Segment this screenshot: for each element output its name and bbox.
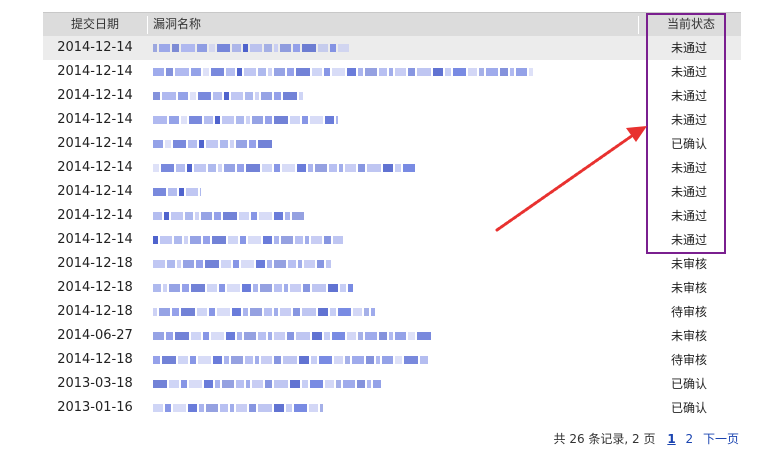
page-1-link[interactable]: 1: [667, 432, 675, 446]
next-page-link[interactable]: 下一页: [703, 432, 739, 446]
pagination: 共 26 条记录, 2 页 1 2 下一页: [554, 430, 739, 447]
arrow-shaft: [495, 131, 638, 232]
annotation-arrow: [495, 126, 647, 232]
pagination-summary: 共 26 条记录, 2 页: [553, 432, 656, 446]
page-2-link[interactable]: 2: [686, 432, 694, 446]
